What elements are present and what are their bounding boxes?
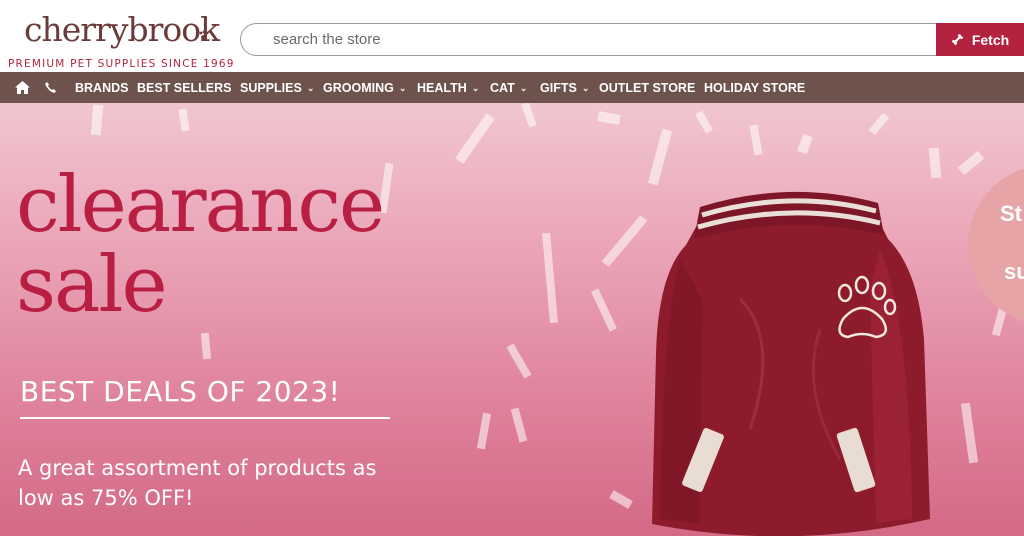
paw-icon — [199, 30, 209, 41]
nav-item-grooming[interactable]: GROOMING ⌄ — [323, 72, 406, 103]
confetti-piece — [797, 133, 813, 155]
chevron-down-icon: ⌄ — [398, 83, 407, 93]
confetti-piece — [521, 103, 537, 128]
bone-icon — [952, 34, 963, 45]
search-input[interactable] — [273, 24, 913, 55]
nav-label: HEALTH — [417, 80, 467, 95]
confetti-piece — [200, 332, 212, 360]
hero-banner[interactable]: clearance sale BEST DEALS OF 2023! A gre… — [0, 103, 1024, 536]
badge-text-2: su — [1004, 259, 1024, 284]
confetti-piece — [960, 402, 979, 464]
confetti-piece — [695, 110, 713, 134]
nav-item-cat[interactable]: CAT ⌄ — [490, 72, 527, 103]
confetti-piece — [647, 128, 673, 186]
nav-item-gifts[interactable]: GIFTS ⌄ — [540, 72, 589, 103]
confetti-piece — [542, 232, 558, 324]
confetti-piece — [90, 104, 104, 136]
nav-label: BEST SELLERS — [137, 80, 232, 95]
nav-label: CAT — [490, 80, 515, 95]
fetch-label: Fetch — [971, 31, 1010, 48]
nav-label: BRANDS — [75, 80, 129, 95]
confetti-piece — [476, 412, 492, 450]
fetch-button[interactable]: Fetch — [936, 23, 1024, 56]
brand-name: cherrybrook — [24, 10, 220, 49]
hero-subhead: BEST DEALS OF 2023! — [20, 375, 341, 408]
nav-item-outlet-store[interactable]: OUTLET STORE — [599, 72, 695, 103]
confetti-piece — [178, 108, 190, 132]
phone-icon[interactable] — [45, 72, 56, 103]
chevron-down-icon: ⌄ — [519, 83, 528, 93]
nav-label: HOLIDAY STORE — [704, 80, 806, 95]
home-icon[interactable] — [15, 72, 30, 103]
confetti-piece — [609, 490, 633, 509]
nav-label: GIFTS — [540, 80, 577, 95]
confetti-piece — [597, 111, 621, 125]
site-header: cherrybrook PREMIUM PET SUPPLIES SINCE 1… — [0, 0, 1024, 72]
chevron-down-icon: ⌄ — [581, 83, 590, 93]
main-nav: BRANDS BEST SELLERS SUPPLIES ⌄ GROOMING … — [0, 72, 1024, 103]
nav-item-best-sellers[interactable]: BEST SELLERS — [137, 72, 231, 103]
nav-label: SUPPLIES — [240, 80, 302, 95]
confetti-piece — [957, 150, 985, 176]
confetti-piece — [510, 407, 528, 443]
search-bar — [240, 23, 938, 56]
confetti-piece — [455, 113, 495, 164]
nav-label: OUTLET STORE — [599, 80, 696, 95]
badge-text-1: St — [1000, 201, 1022, 226]
chevron-down-icon: ⌄ — [471, 83, 480, 93]
confetti-piece — [506, 343, 532, 379]
confetti-piece — [868, 113, 890, 135]
nav-item-brands[interactable]: BRANDS — [75, 72, 128, 103]
hero-headline: clearance sale — [16, 160, 385, 330]
confetti-piece — [591, 288, 617, 332]
divider — [20, 417, 390, 419]
nav-label: GROOMING — [323, 80, 394, 95]
nav-item-supplies[interactable]: SUPPLIES ⌄ — [240, 72, 314, 103]
nav-item-health[interactable]: HEALTH ⌄ — [417, 72, 479, 103]
headline-line-1: clearance — [16, 160, 385, 250]
nav-item-holiday-store[interactable]: HOLIDAY STORE — [704, 72, 805, 103]
brand-logo[interactable]: cherrybrook PREMIUM PET SUPPLIES SINCE 1… — [8, 8, 233, 70]
product-jacket-image[interactable] — [640, 179, 940, 536]
headline-line-2: sale — [16, 240, 168, 330]
confetti-piece — [749, 124, 763, 156]
brand-tagline: PREMIUM PET SUPPLIES SINCE 1969 — [8, 58, 235, 70]
chevron-down-icon: ⌄ — [306, 83, 315, 93]
confetti-piece — [928, 147, 942, 179]
promo-badge[interactable] — [968, 165, 1024, 325]
hero-blurb: A great assortment of products as low as… — [18, 456, 377, 510]
